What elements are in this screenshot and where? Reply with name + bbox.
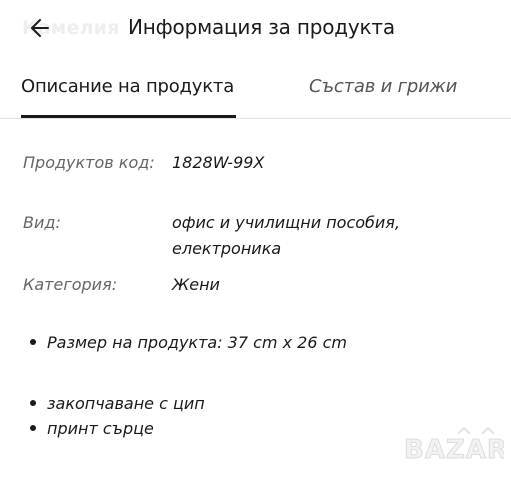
category-label: Категория: [23,275,118,294]
product-code-label: Продуктов код: [23,153,155,172]
tab-bar: Описание на продукта Състав и грижи [0,58,511,119]
type-label: Вид: [23,213,61,232]
type-value-line1: офис и училищни пособия, [172,213,401,232]
product-code-value: 1828W-99X [172,153,265,172]
active-tab-indicator [21,115,236,118]
bullet-dot [30,399,36,406]
page-title: Информация за продукта [128,15,395,39]
bullet-dot [30,424,36,431]
list-item-text: принт сърце [47,419,154,438]
back-button[interactable] [24,14,52,42]
list-item-text: закопчаване с цип [47,394,205,413]
tab-composition-care[interactable]: Състав и грижи [309,76,457,97]
category-value: Жени [172,275,220,294]
bullet-dot [30,338,36,345]
type-value-line2: електроника [172,239,282,258]
list-item: Размер на продукта: 37 cm x 26 cm [30,333,347,352]
tab-description[interactable]: Описание на продукта [21,76,234,97]
page-header: Камелия Информация за продукта [0,0,511,58]
arrow-left-icon [31,19,49,37]
svg-text:BAZAR: BAZAR [404,435,504,465]
list-item-text: Размер на продукта: 37 cm x 26 cm [47,333,347,352]
list-item: принт сърце [30,419,154,438]
list-item: закопчаване с цип [30,394,205,413]
bazar-watermark-logo: BAZAR [404,426,504,466]
